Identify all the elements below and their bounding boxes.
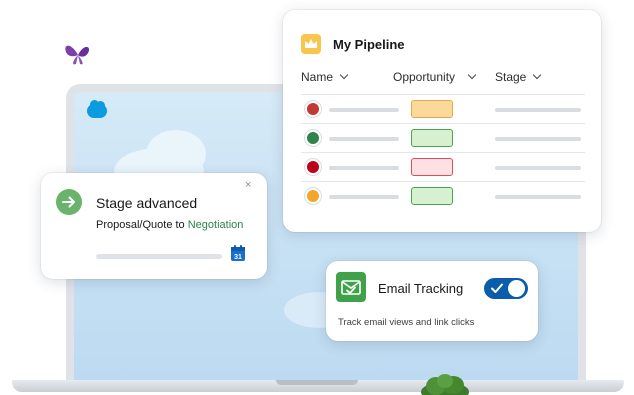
chevron-down-icon [339,70,349,80]
column-header-opportunity[interactable]: Opportunity [393,70,477,84]
check-icon [491,283,503,293]
opportunity-pill [411,100,453,118]
calendar-day: 31 [234,254,242,261]
opportunity-pill [411,187,453,205]
stage-advanced-card: Stage advanced Proposal/Quote to Negotia… [41,173,267,279]
toggle-knob [508,280,525,297]
email-tracking-card: Email Tracking Track email views and lin… [326,261,538,341]
pipeline-card: My Pipeline Name Opportunity Stage [283,10,601,232]
opportunity-pill [411,129,453,147]
avatar [305,130,321,146]
avatar [305,188,321,204]
stage-placeholder [495,166,581,170]
avatar [305,101,321,117]
table-row[interactable] [301,123,585,152]
laptop-notch [276,380,358,385]
email-tracking-toggle[interactable] [484,278,528,299]
salesforce-logo [87,100,107,118]
arrow-right-icon [56,189,82,215]
email-check-icon [336,272,366,302]
close-icon[interactable]: × [245,179,251,191]
avatar [305,159,321,175]
butterfly-icon [65,45,90,65]
stage-progress-placeholder [96,254,222,259]
stage-subtitle: Proposal/Quote to Negotiation [96,219,243,231]
pipeline-header: My Pipeline [301,34,405,54]
chevron-down-icon [533,70,542,80]
name-placeholder [329,166,399,170]
name-placeholder [329,195,399,199]
table-row[interactable] [301,181,585,210]
plant-icon [421,374,469,395]
stage-title: Stage advanced [96,195,198,211]
pipeline-title: My Pipeline [333,36,405,52]
name-placeholder [329,137,399,141]
chevron-down-icon [467,70,477,80]
email-tracking-title: Email Tracking [378,281,464,296]
crown-icon [301,34,321,54]
column-header-name[interactable]: Name [301,70,349,84]
stage-subtitle-highlight: Negotiation [187,219,244,231]
stage-placeholder [495,137,581,141]
column-header-label: Name [301,70,334,84]
column-header-stage[interactable]: Stage [495,70,542,84]
stage-subtitle-prefix: Proposal/Quote to [96,219,188,231]
pipeline-table [301,94,585,210]
table-row[interactable] [301,152,585,181]
email-tracking-subtitle: Track email views and link clicks [338,317,475,328]
table-row[interactable] [301,94,585,123]
opportunity-pill [411,158,453,176]
stage-placeholder [495,195,581,199]
column-header-label: Opportunity [393,70,456,84]
column-header-label: Stage [495,70,527,84]
name-placeholder [329,108,399,112]
calendar-icon[interactable]: 31 [230,244,246,262]
stage-placeholder [495,108,581,112]
